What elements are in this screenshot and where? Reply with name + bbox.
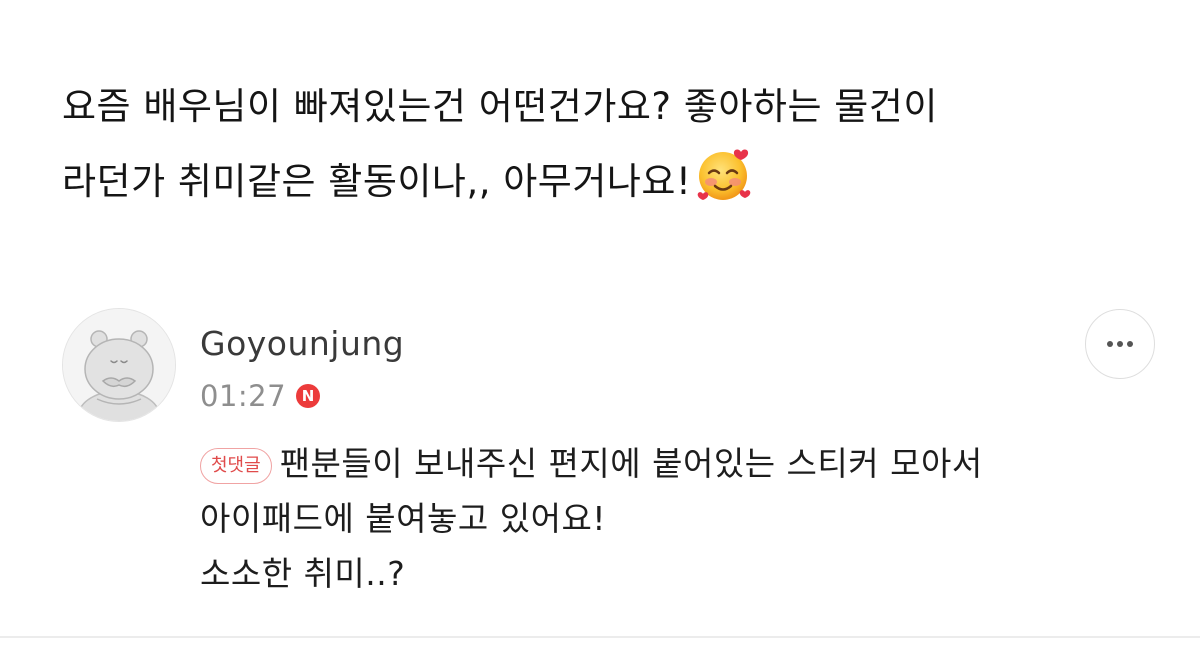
comment-body: 첫댓글 팬분들이 보내주신 편지에 붙어있는 스티커 모아서 아이패드에 붙여놓고… [200,436,1160,601]
question-text: 요즘 배우님이 빠져있는건 어떤건가요? 좋아하는 물건이 라던가 취미같은 활… [62,70,1162,229]
new-badge: N [296,384,321,408]
comment-line-1-wrapper: 첫댓글 팬분들이 보내주신 편지에 붙어있는 스티커 모아서 [200,436,1160,491]
comment-line-2: 아이패드에 붙여놓고 있어요! [200,499,607,538]
comment-time: 01:27 [200,379,287,413]
avatar[interactable] [62,308,176,422]
question-line-1: 요즘 배우님이 빠져있는건 어떤건가요? 좋아하는 물건이 [62,85,938,128]
cat-avatar-icon [63,309,175,421]
first-comment-badge: 첫댓글 [200,448,272,484]
more-horizontal-icon [1107,341,1133,347]
comment-author[interactable]: Goyounjung [200,322,404,366]
more-options-button[interactable] [1085,309,1155,379]
divider [0,636,1200,638]
smiling-face-with-hearts-icon [695,144,755,229]
comment-meta: 01:27 N [200,374,321,418]
comment-line-3: 소소한 취미..? [200,554,406,593]
question-line-2-wrapper: 라던가 취미같은 활동이나,, 아무거나요! [62,144,1162,229]
comment-line-1: 팬분들이 보내주신 편지에 붙어있는 스티커 모아서 [279,444,983,483]
question-line-2: 라던가 취미같은 활동이나,, 아무거나요! [62,160,692,203]
